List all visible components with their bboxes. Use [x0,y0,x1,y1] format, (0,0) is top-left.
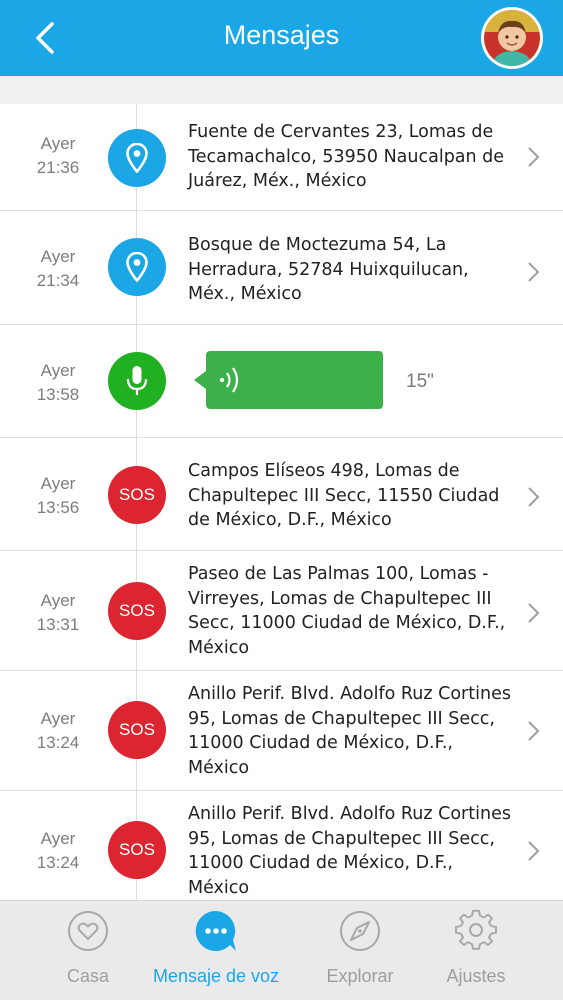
message-list[interactable]: Ayer 21:36 Fuente de Cervantes 23, Lomas… [0,104,563,900]
message-time: Ayer 21:36 [0,132,116,180]
sos-icon: SOS [108,821,166,879]
voice-message-row[interactable]: Ayer 13:58 15" [0,325,563,438]
chevron-right-icon [528,487,540,507]
message-day: Ayer [40,247,76,266]
bottom-tab-bar: Casa Mensaje de voz Explorar Ajustes [0,900,563,1000]
chevron-right-icon [528,841,540,861]
message-clock: 21:36 [36,158,80,177]
message-day: Ayer [40,361,76,380]
app-header: Mensajes [0,0,563,76]
message-row[interactable]: Ayer 13:24 SOS Anillo Perif. Blvd. Adolf… [0,791,563,900]
message-time: Ayer 21:34 [0,245,116,293]
compass-icon [340,911,380,951]
chevron-right-icon [528,147,540,167]
message-time: Ayer 13:24 [0,707,116,755]
message-day: Ayer [40,829,76,848]
message-row[interactable]: Ayer 13:31 SOS Paseo de Las Palmas 100, … [0,551,563,671]
message-clock: 13:31 [36,615,80,634]
sos-icon: SOS [108,466,166,524]
page-title: Mensajes [223,20,340,50]
sos-label: SOS [119,601,155,620]
location-pin-icon [108,238,166,296]
heart-icon [68,911,108,951]
chat-bubble-icon [195,910,236,951]
message-clock: 13:58 [36,385,80,404]
tab-label: Ajustes [446,966,506,986]
gear-icon [455,909,497,950]
message-time: Ayer 13:58 [0,359,116,407]
child-avatar-icon [484,10,540,66]
message-address: Bosque de Moctezuma 54, La Herradura, 52… [188,235,469,304]
sound-waves-icon [219,367,239,393]
avatar[interactable] [481,7,543,69]
message-address: Anillo Perif. Blvd. Adolfo Ruz Cortines … [188,804,511,898]
message-time: Ayer 13:31 [0,589,116,637]
message-clock: 13:24 [36,853,80,872]
voice-play-button[interactable] [194,351,383,409]
message-day: Ayer [40,709,76,728]
tab-mensaje-de-voz[interactable]: Mensaje de voz [146,901,286,1000]
sos-icon: SOS [108,701,166,759]
message-address: Fuente de Cervantes 23, Lomas de Tecamac… [188,122,505,191]
tab-label: Casa [66,966,110,986]
message-clock: 13:56 [36,498,80,517]
message-address: Campos Elíseos 498, Lomas de Chapultepec… [188,461,500,530]
tab-label: Mensaje de voz [152,966,280,986]
chevron-right-icon [528,721,540,741]
tab-casa[interactable]: Casa [18,901,158,1000]
sos-label: SOS [119,840,155,859]
message-row[interactable]: Ayer 13:24 SOS Anillo Perif. Blvd. Adolf… [0,671,563,791]
message-day: Ayer [40,591,76,610]
message-address: Paseo de Las Palmas 100, Lomas - Virreye… [188,564,506,658]
chevron-right-icon [528,262,540,282]
sos-label: SOS [119,485,155,504]
message-day: Ayer [40,134,76,153]
message-address: Anillo Perif. Blvd. Adolfo Ruz Cortines … [188,684,511,778]
message-row[interactable]: Ayer 13:56 SOS Campos Elíseos 498, Lomas… [0,438,563,551]
microphone-icon [108,352,166,410]
message-clock: 13:24 [36,733,80,752]
sos-icon: SOS [108,582,166,640]
tab-ajustes[interactable]: Ajustes [406,901,546,1000]
message-row[interactable]: Ayer 21:36 Fuente de Cervantes 23, Lomas… [0,104,563,211]
message-row[interactable]: Ayer 21:34 Bosque de Moctezuma 54, La He… [0,211,563,325]
sos-label: SOS [119,720,155,739]
chevron-right-icon [528,603,540,623]
voice-duration: 15" [406,371,434,392]
message-clock: 21:34 [36,271,80,290]
message-time: Ayer 13:24 [0,827,116,875]
message-time: Ayer 13:56 [0,472,116,520]
message-day: Ayer [40,474,76,493]
location-pin-icon [108,129,166,187]
